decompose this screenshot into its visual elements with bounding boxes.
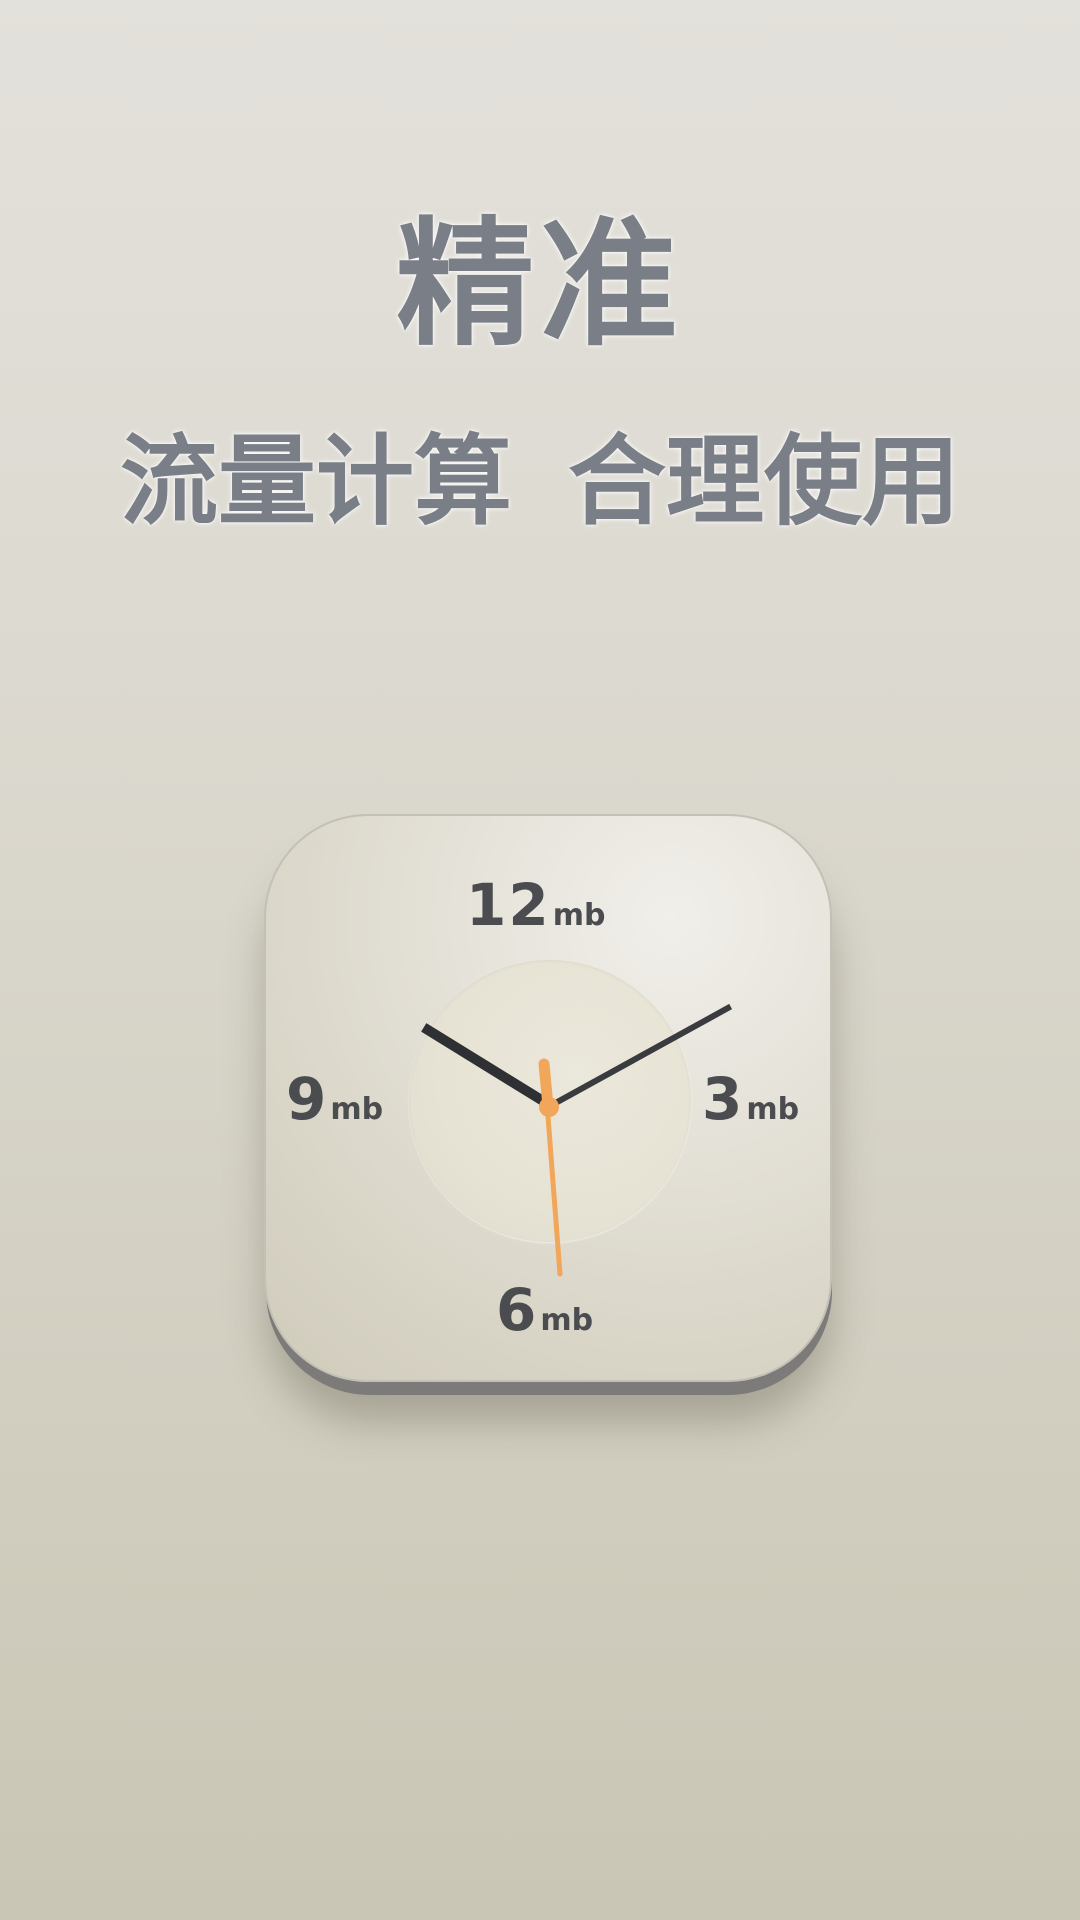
clock-icon[interactable]: 12mb 3mb 6mb 9mb [264, 814, 832, 1382]
subtitle-part-2: 合理使用 [568, 425, 961, 539]
headline-title: 精准 [395, 204, 684, 365]
clock-hands [421, 1003, 733, 1277]
subtitle-part-1: 流量计算 [119, 425, 512, 539]
hour-hand [421, 1023, 555, 1111]
minute-hand [545, 1003, 733, 1111]
clock-center-pin [539, 1097, 559, 1117]
headline-subtitle: 流量计算 合理使用 [0, 426, 1080, 538]
